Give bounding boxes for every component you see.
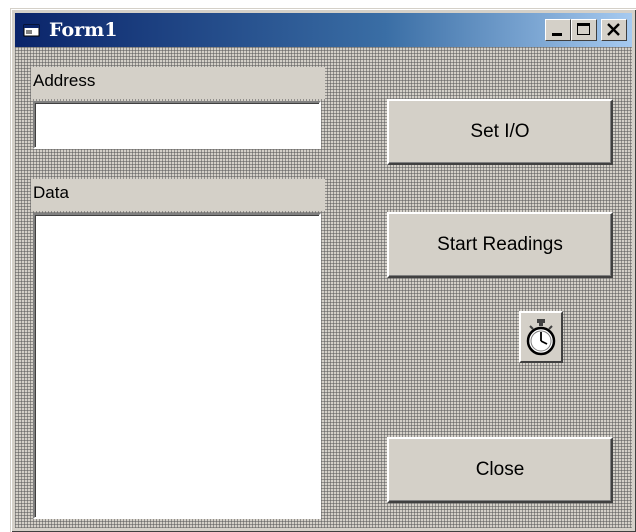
close-button[interactable]: Close <box>387 437 613 503</box>
app-icon[interactable] <box>23 22 41 38</box>
timer-control <box>519 311 563 363</box>
start-readings-button[interactable]: Start Readings <box>387 212 613 278</box>
data-label: Data <box>31 179 325 211</box>
address-input[interactable] <box>33 101 321 149</box>
title-bar[interactable]: Form1 <box>15 13 632 47</box>
maximize-icon <box>577 23 590 35</box>
maximize-button[interactable] <box>571 19 597 41</box>
set-io-button[interactable]: Set I/O <box>387 99 613 165</box>
minimize-button[interactable] <box>545 19 571 41</box>
address-label: Address <box>31 67 325 99</box>
data-textarea[interactable] <box>33 213 321 519</box>
close-icon <box>607 23 620 36</box>
close-window-button[interactable] <box>601 19 627 41</box>
form-client-area: Address Data Set I/O Start Readings Clos… <box>15 47 632 528</box>
window-title: Form1 <box>49 19 118 41</box>
form-window: Form1 Address Data Set I/O Start Reading… <box>10 8 636 532</box>
minimize-icon <box>552 33 562 36</box>
stopwatch-icon <box>526 319 556 356</box>
